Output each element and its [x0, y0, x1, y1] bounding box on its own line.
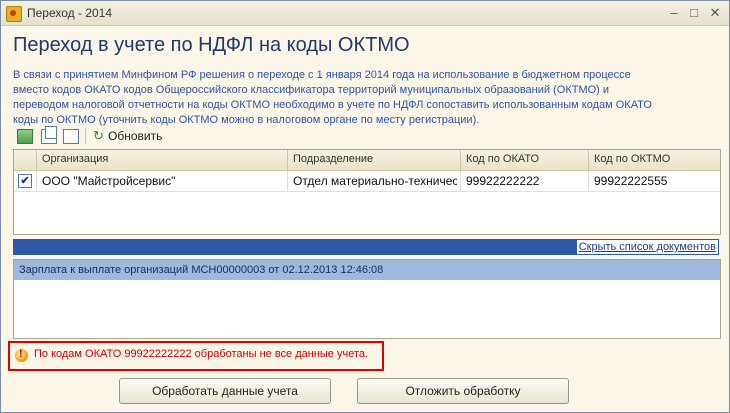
info-line: В связи с принятием Минфином РФ решения … [13, 69, 631, 81]
app-icon [6, 6, 22, 22]
postpone-button[interactable]: Отложить обработку [357, 378, 569, 404]
column-header-org[interactable]: Организация [42, 153, 108, 165]
cell-divider [287, 171, 288, 191]
table-header: Организация Подразделение Код по ОКАТО К… [14, 150, 720, 171]
column-divider [588, 150, 589, 170]
cell-divider [36, 171, 37, 191]
close-icon[interactable]: ✕ [707, 5, 723, 20]
document-label: Зарплата к выплате организаций МСН000000… [19, 264, 384, 276]
cell-dept: Отдел материально-техническ... [293, 174, 457, 188]
column-divider [36, 150, 37, 170]
toolbar: ↻ Обновить [13, 126, 313, 145]
app-window: Переход - 2014 – □ ✕ Переход в учете по … [0, 0, 730, 413]
refresh-icon[interactable]: ↻ [93, 129, 106, 142]
warning-icon [15, 348, 28, 362]
column-divider [287, 150, 288, 170]
toolbar-separator [85, 128, 86, 144]
select-all-icon[interactable] [17, 129, 33, 144]
okato-table: Организация Подразделение Код по ОКАТО К… [13, 149, 721, 235]
window-title: Переход - 2014 [27, 6, 113, 20]
cell-okato: 99922222222 [466, 174, 540, 188]
cell-divider [588, 171, 589, 191]
column-header-oktmo[interactable]: Код по ОКТМО [594, 153, 670, 165]
documents-list: Зарплата к выплате организаций МСН000000… [13, 259, 721, 339]
process-data-button[interactable]: Обработать данные учета [119, 378, 331, 404]
info-text: В связи с принятием Минфином РФ решения … [13, 68, 713, 128]
list-item[interactable]: Зарплата к выплате организаций МСН000000… [14, 260, 720, 280]
hide-documents-link[interactable]: Скрыть список документов [576, 240, 718, 254]
info-line: вместо кодов ОКАТО кодов Общероссийского… [13, 84, 610, 96]
warning-text: По кодам ОКАТО 99922222222 обработаны не… [34, 348, 369, 360]
cell-org: ООО "Майстройсервис" [42, 174, 176, 188]
toggle-check-icon[interactable] [63, 129, 79, 144]
refresh-button[interactable]: Обновить [108, 129, 162, 143]
column-header-okato[interactable]: Код по ОКАТО [466, 153, 539, 165]
minimize-icon[interactable]: – [666, 5, 682, 20]
copy-icon[interactable] [41, 126, 57, 144]
cell-divider [460, 171, 461, 191]
info-line: коды по ОКТМО (уточнить коды ОКТМО можно… [13, 114, 480, 126]
documents-bar: Скрыть список документов [13, 239, 719, 255]
title-bar: Переход - 2014 – □ ✕ [1, 1, 729, 26]
column-header-dept[interactable]: Подразделение [293, 153, 373, 165]
maximize-icon[interactable]: □ [686, 5, 702, 20]
table-row[interactable]: ✔ ООО "Майстройсервис" Отдел материально… [14, 171, 720, 192]
warning-message: По кодам ОКАТО 99922222222 обработаны не… [8, 341, 384, 371]
info-line: переводом налоговой отчетности на коды О… [13, 99, 652, 111]
cell-oktmo[interactable]: 99922222555 [594, 174, 714, 188]
row-checkbox[interactable]: ✔ [18, 174, 32, 188]
page-title: Переход в учете по НДФЛ на коды ОКТМО [13, 34, 410, 56]
column-divider [460, 150, 461, 170]
